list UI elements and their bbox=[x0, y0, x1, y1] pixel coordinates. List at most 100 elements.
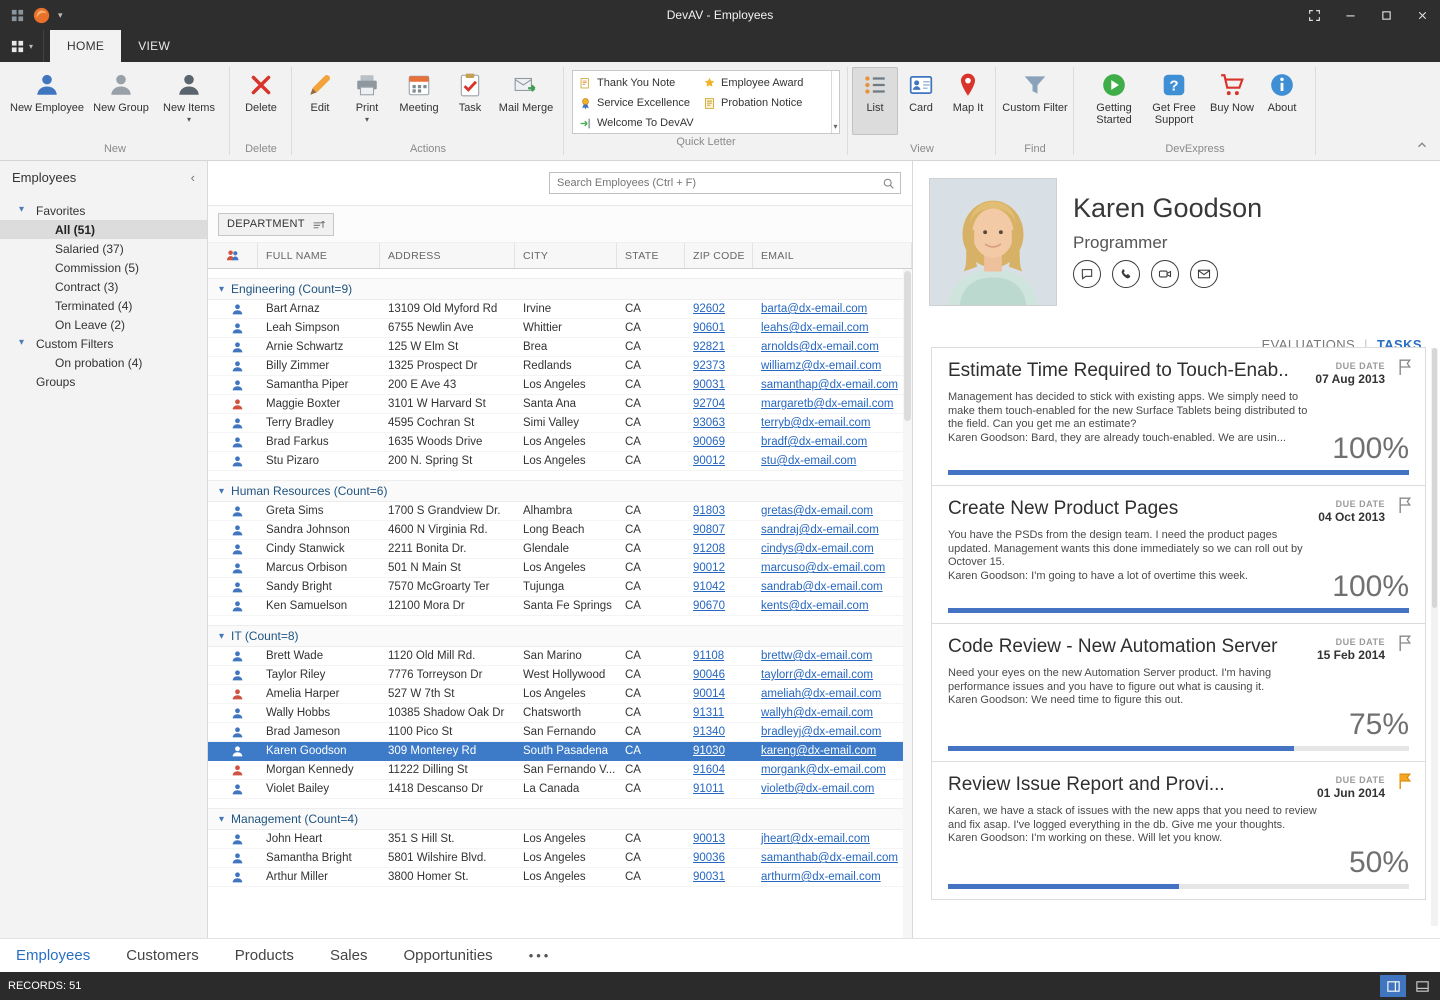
sidebar-item-favorites[interactable]: ▾Favorites bbox=[0, 201, 207, 220]
employee-row[interactable]: Samantha Bright5801 Wilshire Blvd.Los An… bbox=[208, 849, 912, 868]
email-link[interactable]: sandraj@dx-email.com bbox=[761, 524, 879, 536]
sidebar-item-terminated-4[interactable]: Terminated (4) bbox=[0, 296, 207, 315]
ribbon-button-new-group[interactable]: New Group bbox=[86, 67, 156, 135]
fullscreen-button[interactable] bbox=[1296, 0, 1332, 30]
ribbon-button-custom-filter[interactable]: Custom Filter bbox=[999, 67, 1071, 135]
grid-scrollbar-thumb[interactable] bbox=[904, 271, 911, 421]
zip-link[interactable]: 92602 bbox=[693, 303, 725, 315]
email-link[interactable]: ameliah@dx-email.com bbox=[761, 688, 881, 700]
email-link[interactable]: gretas@dx-email.com bbox=[761, 505, 873, 517]
nav-item-customers[interactable]: Customers bbox=[126, 947, 199, 964]
zip-link[interactable]: 90670 bbox=[693, 600, 725, 612]
task-card[interactable]: Review Issue Report and Provi...DUE DATE… bbox=[931, 761, 1426, 900]
call-button[interactable] bbox=[1112, 260, 1140, 288]
email-link[interactable]: leahs@dx-email.com bbox=[761, 322, 869, 334]
ribbon-button-card[interactable]: Card bbox=[898, 67, 944, 135]
group-row-management-count-4[interactable]: ▾Management (Count=4) bbox=[208, 808, 912, 830]
message-button[interactable] bbox=[1073, 260, 1101, 288]
zip-link[interactable]: 90012 bbox=[693, 562, 725, 574]
quick-letter-item-welcome-to-devav[interactable]: Welcome To DevAV bbox=[579, 113, 703, 133]
task-card[interactable]: Create New Product PagesDUE DATE04 Oct 2… bbox=[931, 485, 1426, 624]
email-link[interactable]: marcuso@dx-email.com bbox=[761, 562, 885, 574]
zip-link[interactable]: 93063 bbox=[693, 417, 725, 429]
employee-row[interactable]: John Heart351 S Hill St.Los AngelesCA900… bbox=[208, 830, 912, 849]
employee-row[interactable]: Leah Simpson6755 Newlin AveWhittierCA906… bbox=[208, 319, 912, 338]
email-link[interactable]: taylorr@dx-email.com bbox=[761, 669, 873, 681]
zip-link[interactable]: 90013 bbox=[693, 833, 725, 845]
zip-link[interactable]: 91311 bbox=[693, 707, 724, 719]
column-header-zip-code[interactable]: ZIP CODE bbox=[685, 243, 753, 268]
ribbon-button-new-employee[interactable]: New Employee bbox=[8, 67, 86, 135]
column-header-state[interactable]: STATE bbox=[617, 243, 685, 268]
task-card[interactable]: Code Review - New Automation ServerDUE D… bbox=[931, 623, 1426, 762]
employee-row[interactable]: Arnie Schwartz125 W Elm StBreaCA92821arn… bbox=[208, 338, 912, 357]
status-view-card-button[interactable] bbox=[1409, 975, 1435, 997]
email-link[interactable]: sandrab@dx-email.com bbox=[761, 581, 883, 593]
nav-item-opportunities[interactable]: Opportunities bbox=[403, 947, 492, 964]
ribbon-button-edit[interactable]: Edit bbox=[297, 67, 343, 135]
column-header-city[interactable]: CITY bbox=[515, 243, 617, 268]
employee-row[interactable]: Sandy Bright7570 McGroarty TerTujungaCA9… bbox=[208, 578, 912, 597]
employee-row[interactable]: Maggie Boxter3101 W Harvard StSanta AnaC… bbox=[208, 395, 912, 414]
employee-row[interactable]: Brad Farkus1635 Woods DriveLos AngelesCA… bbox=[208, 433, 912, 452]
sidebar-item-on-probation-4[interactable]: On probation (4) bbox=[0, 353, 207, 372]
email-link[interactable]: kareng@dx-email.com bbox=[761, 745, 876, 757]
nav-item-products[interactable]: Products bbox=[235, 947, 294, 964]
ribbon-button-mail-merge[interactable]: Mail Merge bbox=[493, 67, 559, 135]
employee-row[interactable]: Terry Bradley4595 Cochran StSimi ValleyC… bbox=[208, 414, 912, 433]
minimize-button[interactable] bbox=[1332, 0, 1368, 30]
ribbon-tab-home[interactable]: HOME bbox=[50, 30, 121, 62]
employee-row[interactable]: Cindy Stanwick2211 Bonita Dr.GlendaleCA9… bbox=[208, 540, 912, 559]
close-button[interactable] bbox=[1404, 0, 1440, 30]
zip-link[interactable]: 92704 bbox=[693, 398, 725, 410]
ribbon-button-new-items[interactable]: New Items▾ bbox=[156, 67, 222, 135]
column-header-address[interactable]: ADDRESS bbox=[380, 243, 515, 268]
sidebar-item-all-51[interactable]: All (51) bbox=[0, 220, 207, 239]
zip-link[interactable]: 92821 bbox=[693, 341, 725, 353]
group-row-it-count-8[interactable]: ▾IT (Count=8) bbox=[208, 625, 912, 647]
email-link[interactable]: cindys@dx-email.com bbox=[761, 543, 874, 555]
email-link[interactable]: bradleyj@dx-email.com bbox=[761, 726, 881, 738]
titlebar-menu-caret[interactable]: ▾ bbox=[58, 10, 63, 21]
zip-link[interactable]: 91340 bbox=[693, 726, 725, 738]
employee-row[interactable]: Greta Sims1700 S Grandview Dr.AlhambraCA… bbox=[208, 502, 912, 521]
sidebar-collapse-button[interactable]: ‹ bbox=[191, 170, 195, 185]
email-link[interactable]: kents@dx-email.com bbox=[761, 600, 869, 612]
email-link[interactable]: violetb@dx-email.com bbox=[761, 783, 874, 795]
nav-item-sales[interactable]: Sales bbox=[330, 947, 368, 964]
ribbon-button-delete[interactable]: Delete bbox=[234, 67, 288, 135]
ribbon-button-print[interactable]: Print▾ bbox=[343, 67, 391, 135]
sidebar-item-on-leave-2[interactable]: On Leave (2) bbox=[0, 315, 207, 334]
ribbon-tab-view[interactable]: VIEW bbox=[121, 30, 187, 62]
employee-row[interactable]: Samantha Piper200 E Ave 43Los AngelesCA9… bbox=[208, 376, 912, 395]
grid-scrollbar[interactable] bbox=[903, 269, 912, 938]
sidebar-item-custom-filters[interactable]: ▾Custom Filters bbox=[0, 334, 207, 353]
email-link[interactable]: williamz@dx-email.com bbox=[761, 360, 881, 372]
column-header-people[interactable] bbox=[208, 243, 258, 268]
quick-letter-item-thank-you-note[interactable]: Thank You Note bbox=[579, 73, 703, 93]
employee-row[interactable]: Taylor Riley7776 Torreyson DrWest Hollyw… bbox=[208, 666, 912, 685]
ribbon-button-getting-started[interactable]: Getting Started bbox=[1085, 67, 1143, 135]
zip-link[interactable]: 91011 bbox=[693, 783, 724, 795]
zip-link[interactable]: 92373 bbox=[693, 360, 725, 372]
quick-letter-item-employee-award[interactable]: Employee Award bbox=[703, 73, 831, 93]
employee-row[interactable]: Morgan Kennedy11222 Dilling StSan Fernan… bbox=[208, 761, 912, 780]
ribbon-button-meeting[interactable]: Meeting bbox=[391, 67, 447, 135]
nav-more-button[interactable]: ••• bbox=[529, 948, 552, 963]
zip-link[interactable]: 90069 bbox=[693, 436, 725, 448]
ribbon-button-get-free-support[interactable]: ?Get Free Support bbox=[1143, 67, 1205, 135]
employee-row[interactable]: Marcus Orbison501 N Main StLos AngelesCA… bbox=[208, 559, 912, 578]
group-row-human-resources-count-6[interactable]: ▾Human Resources (Count=6) bbox=[208, 480, 912, 502]
zip-link[interactable]: 90807 bbox=[693, 524, 725, 536]
email-link[interactable]: morgank@dx-email.com bbox=[761, 764, 886, 776]
maximize-button[interactable] bbox=[1368, 0, 1404, 30]
email-link[interactable]: barta@dx-email.com bbox=[761, 303, 867, 315]
ribbon-collapse-button[interactable] bbox=[1414, 138, 1430, 152]
employee-row[interactable]: Violet Bailey1418 Descanso DrLa CanadaCA… bbox=[208, 780, 912, 799]
zip-link[interactable]: 91803 bbox=[693, 505, 725, 517]
zip-link[interactable]: 90031 bbox=[693, 379, 725, 391]
employee-row[interactable]: Stu Pizaro200 N. Spring StLos AngelesCA9… bbox=[208, 452, 912, 471]
sidebar-item-contract-3[interactable]: Contract (3) bbox=[0, 277, 207, 296]
ribbon-button-map-it[interactable]: Map It bbox=[944, 67, 992, 135]
employee-row[interactable]: Brad Jameson1100 Pico StSan FernandoCA91… bbox=[208, 723, 912, 742]
